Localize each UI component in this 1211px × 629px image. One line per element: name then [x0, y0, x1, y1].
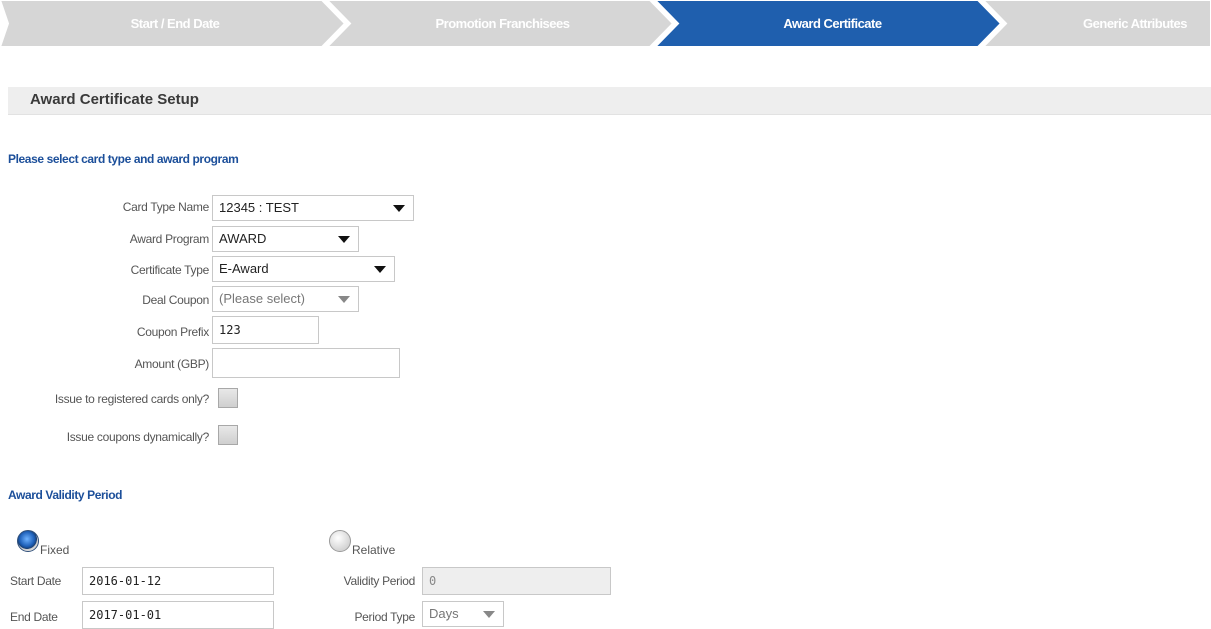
end-date-input[interactable]: 2017-01-01 [82, 601, 274, 629]
certificate-type-value: E-Award [219, 261, 269, 276]
start-date-value: 2016-01-12 [89, 574, 162, 588]
card-section-heading: Please select card type and award progra… [8, 152, 239, 166]
chevron-down-icon [338, 236, 350, 243]
dynamic-coupons-checkbox[interactable] [218, 425, 238, 445]
section-header: Award Certificate Setup [8, 87, 1211, 115]
relative-radio[interactable] [329, 530, 351, 552]
chevron-down-icon [393, 205, 405, 212]
start-date-label: Start Date [10, 574, 62, 588]
start-date-input[interactable]: 2016-01-12 [82, 567, 274, 595]
wizard-step-generic-attributes[interactable]: Generic Attributes [1060, 0, 1210, 47]
validity-period-input[interactable]: 0 [422, 567, 611, 595]
deal-coupon-label: Deal Coupon [142, 293, 209, 307]
coupon-prefix-input[interactable]: 123 [212, 316, 319, 344]
coupon-prefix-label: Coupon Prefix [136, 325, 209, 339]
chevron-down-icon [374, 266, 386, 273]
registered-only-label: Issue to registered cards only? [54, 392, 209, 406]
award-program-value: AWARD [219, 231, 267, 246]
certificate-type-label: Certificate Type [130, 263, 210, 277]
end-date-value: 2017-01-01 [89, 608, 162, 622]
deal-coupon-value: (Please select) [219, 291, 305, 306]
wizard-step-promotion-franchisees[interactable]: Promotion Franchisees [345, 0, 660, 47]
wizard-step-award-certificate[interactable]: Award Certificate [675, 0, 990, 47]
wizard-steps: Start / End Date Promotion Franchisees A… [0, 0, 1211, 47]
chevron-down-icon [483, 611, 495, 618]
amount-label: Amount (GBP) [134, 357, 210, 371]
card-type-value: 12345 : TEST [219, 200, 299, 215]
period-type-label: Period Type [354, 610, 415, 624]
amount-input[interactable] [212, 348, 400, 378]
dynamic-coupons-label: Issue coupons dynamically? [66, 430, 210, 444]
award-program-select[interactable]: AWARD [212, 226, 359, 252]
certificate-type-select[interactable]: E-Award [212, 256, 395, 282]
section-title: Award Certificate Setup [30, 91, 199, 108]
period-type-select[interactable]: Days [422, 601, 504, 627]
period-type-value: Days [429, 606, 459, 621]
registered-only-checkbox[interactable] [218, 388, 238, 408]
award-program-label: Award Program [129, 232, 210, 246]
wizard-step-start-end-date[interactable]: Start / End Date [20, 0, 330, 47]
validity-heading: Award Validity Period [8, 488, 123, 502]
validity-period-value: 0 [429, 574, 437, 588]
relative-label: Relative [352, 543, 396, 557]
end-date-label: End Date [10, 610, 58, 624]
validity-period-label: Validity Period [343, 574, 416, 588]
fixed-radio[interactable] [17, 530, 39, 552]
chevron-down-icon [338, 296, 350, 303]
fixed-label: Fixed [40, 543, 70, 557]
coupon-prefix-value: 123 [219, 323, 241, 337]
card-type-select[interactable]: 12345 : TEST [212, 195, 414, 221]
deal-coupon-select[interactable]: (Please select) [212, 286, 359, 312]
card-type-label: Card Type Name [122, 200, 210, 214]
